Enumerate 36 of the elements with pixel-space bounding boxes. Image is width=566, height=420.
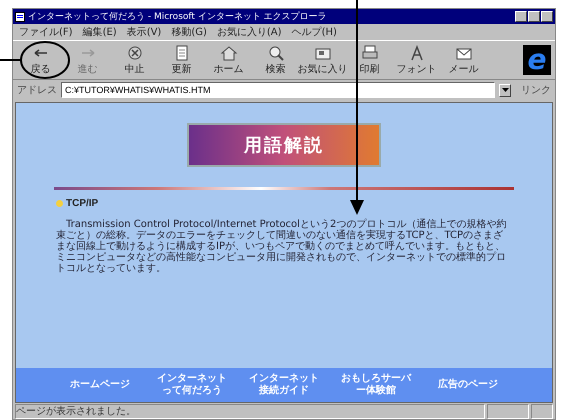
toolbar-button[interactable]: 印刷 <box>346 44 393 76</box>
page-icon <box>15 12 25 22</box>
stop-icon <box>126 44 144 60</box>
caret-icon <box>502 88 508 92</box>
menu-item[interactable]: 移動(G) <box>171 25 207 39</box>
dropdown-button[interactable] <box>499 84 511 96</box>
term-heading: TCP/IP <box>66 198 98 209</box>
toolbar-button[interactable]: メール <box>440 44 487 76</box>
printer-icon <box>360 44 378 60</box>
search-icon <box>266 44 284 60</box>
toolbar-button[interactable]: 更新 <box>158 44 205 76</box>
menu-item[interactable]: 編集(E) <box>82 25 117 39</box>
menu-item[interactable]: お気に入り(A) <box>216 25 282 39</box>
menu-item[interactable]: ファイル(F) <box>19 25 73 39</box>
close-button[interactable] <box>541 11 553 22</box>
toolbar-button[interactable]: フォント <box>393 44 440 76</box>
minimize-button[interactable] <box>515 11 527 22</box>
window-title: インターネットって何だろう - Microsoft インターネット エクスプローラ <box>28 10 328 23</box>
links-label[interactable]: リンク <box>521 83 551 97</box>
status-text: ページが表示されました。 <box>15 404 485 418</box>
callout-circle <box>0 41 70 79</box>
toolbar-button[interactable]: お気に入り <box>299 44 346 76</box>
menu-item[interactable]: 表示(V) <box>126 25 162 39</box>
definition-text: Transmission Control Protocol/Internet Protocolという2つのプロトコル（通信上での規格や約束ごと）の総称。データのエラーをチェックして間違いのない通信を実現するTCPと、TCPのさまざまな回線上で動けるように構成するIPが、いつもペアで動くのでまとめて呼んでいます。もともと、ミニコンピュータなどの高性能なコンピュータ用に開発されもので、インターネットでの標準的プロトコルとなっています。 <box>56 219 508 274</box>
toolbar-button[interactable]: 検索 <box>252 44 299 76</box>
toolbar-button[interactable]: 中止 <box>111 44 158 76</box>
toolbar-button[interactable]: ホーム <box>205 44 252 76</box>
browser-logo: e <box>523 45 551 75</box>
address-field[interactable]: C:¥TUTOR¥WHATIS¥WHATIS.HTM <box>61 82 495 98</box>
toolbar-button[interactable]: 戻る <box>17 44 64 76</box>
bullet-icon <box>56 200 63 207</box>
house-icon <box>220 44 238 60</box>
banner: 用語解説 <box>187 123 381 167</box>
address-label: アドレス <box>17 84 57 97</box>
menu-item[interactable]: ヘルプ(H) <box>292 25 337 39</box>
maximize-button[interactable] <box>528 11 540 22</box>
